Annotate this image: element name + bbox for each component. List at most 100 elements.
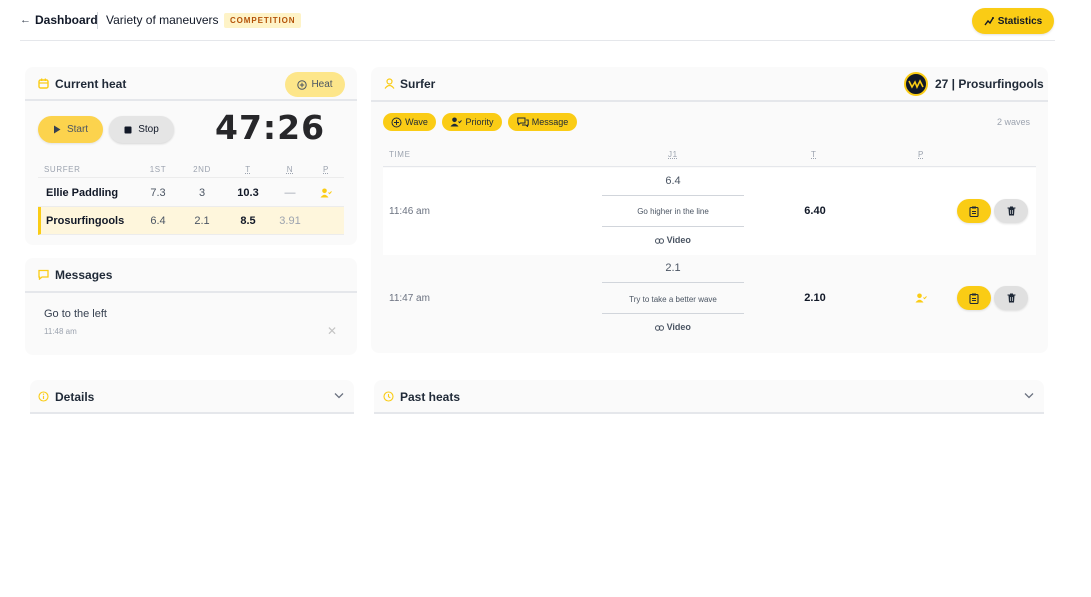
column-header-surfer: SURFER (44, 165, 81, 174)
statistics-label: Statistics (997, 15, 1043, 27)
play-icon (53, 125, 61, 134)
message-button[interactable]: Message (508, 113, 577, 131)
waves-table-header: TIME J1 T P (383, 145, 1036, 167)
second-wave-score: 2.1 (194, 215, 210, 227)
column-header-priority: P (323, 165, 329, 174)
start-button[interactable]: Start (38, 116, 103, 143)
back-to-dashboard-link[interactable]: ← Dashboard (20, 13, 98, 27)
wave-chip-label: Wave (405, 117, 428, 127)
clock-icon (383, 391, 394, 402)
table-header-row: SURFER 1ST 2ND T N P (38, 161, 344, 178)
back-link-label: Dashboard (35, 13, 98, 27)
top-bar: ← Dashboard Variety of maneuvers COMPETI… (20, 0, 1055, 41)
second-wave-score: 3 (198, 187, 206, 199)
start-label: Start (66, 124, 89, 135)
wave-total: 6.40 (804, 205, 826, 217)
info-icon (38, 391, 49, 402)
column-header-1st: 1ST (149, 165, 167, 174)
wave-comment: Go higher in the line (637, 207, 709, 216)
competition-badge: COMPETITION (224, 13, 302, 28)
wave-total: 2.10 (804, 292, 826, 304)
plus-circle-icon (297, 79, 308, 90)
trash-icon (1007, 293, 1015, 303)
surfer-id-label: 27 | Prosurfingools (935, 77, 1044, 91)
wave-logo-icon (908, 79, 924, 89)
stop-button[interactable]: Stop (109, 116, 174, 143)
delete-wave-button[interactable] (994, 286, 1028, 310)
message-time: 11:48 am (44, 327, 77, 336)
edit-wave-button[interactable] (957, 199, 991, 223)
column-header-needs: N (286, 165, 294, 174)
messages-card: Messages Go to the left 11:48 am ✕ (25, 258, 357, 355)
column-header-judge: J1 (668, 150, 678, 159)
trash-icon (1007, 206, 1015, 216)
clipboard-icon (969, 206, 979, 217)
needs-score: 3.91 (279, 215, 301, 227)
table-row[interactable]: Ellie Paddling 7.3 3 10.3 — (38, 179, 344, 207)
waves-count: 2 waves (997, 117, 1031, 127)
plus-circle-icon (391, 117, 402, 127)
details-title: Details (55, 390, 95, 404)
user-icon (384, 78, 395, 89)
chart-icon (984, 17, 994, 26)
close-icon[interactable]: ✕ (327, 324, 337, 338)
divider (602, 313, 744, 314)
current-heat-title: Current heat (55, 77, 127, 91)
heat-timer: 47:26 (215, 108, 326, 147)
priority-user-icon (915, 293, 927, 303)
calendar-icon (38, 78, 49, 89)
table-row-selected[interactable]: Prosurfingools 6.4 2.1 8.5 3.91 (38, 207, 344, 235)
divider (602, 226, 744, 227)
column-header-priority: P (918, 150, 924, 159)
past-heats-panel[interactable]: Past heats (374, 380, 1044, 414)
needs-score: — (284, 187, 296, 199)
message-chip-label: Message (531, 117, 569, 127)
heat-button[interactable]: Heat (285, 72, 345, 97)
column-header-total: T (245, 165, 251, 174)
wave-row: 11:47 am 2.1 Try to take a better wave V… (383, 255, 1036, 342)
total-score: 10.3 (237, 187, 259, 199)
details-panel[interactable]: Details (30, 380, 354, 414)
surfer-title: Surfer (400, 77, 436, 91)
divider (602, 282, 744, 283)
priority-chip-label: Priority (465, 117, 494, 127)
column-header-total: T (811, 150, 817, 159)
divider (97, 12, 98, 29)
messages-title: Messages (55, 268, 113, 282)
heat-button-label: Heat (311, 79, 333, 90)
total-score: 8.5 (240, 215, 256, 227)
add-wave-button[interactable]: Wave (383, 113, 436, 131)
column-header-time: TIME (389, 150, 411, 159)
judge-score: 2.1 (665, 262, 681, 274)
first-wave-score: 7.3 (150, 187, 166, 199)
priority-user-icon (320, 188, 332, 198)
surfer-name: Prosurfingools (46, 215, 125, 227)
judge-score: 6.4 (665, 175, 681, 187)
stop-label: Stop (138, 124, 159, 135)
user-check-icon (450, 117, 463, 127)
back-arrow-icon: ← (20, 14, 31, 26)
wave-time: 11:47 am (389, 293, 430, 304)
video-link[interactable]: Video (602, 235, 744, 245)
link-icon (655, 237, 665, 244)
message-icon (38, 269, 49, 280)
link-icon (655, 324, 665, 331)
chat-icon (517, 117, 529, 127)
statistics-button[interactable]: Statistics (972, 8, 1054, 34)
chevron-down-icon (334, 393, 344, 399)
surfer-name: Ellie Paddling (46, 187, 119, 199)
stop-icon (124, 126, 132, 133)
video-label: Video (666, 235, 691, 245)
delete-wave-button[interactable] (994, 199, 1028, 223)
event-title: Variety of maneuvers (106, 13, 219, 27)
wave-comment: Try to take a better wave (629, 295, 717, 304)
column-header-2nd: 2ND (193, 165, 211, 174)
current-heat-card: Current heat Heat Start Stop 47:26 SURFE… (25, 67, 357, 245)
past-heats-title: Past heats (400, 390, 461, 404)
video-link[interactable]: Video (602, 322, 744, 332)
edit-wave-button[interactable] (957, 286, 991, 310)
surfer-avatar (904, 72, 928, 96)
surfer-card: Surfer 27 | Prosurfingools Wave Priority… (371, 67, 1048, 353)
priority-button[interactable]: Priority (442, 113, 502, 131)
wave-time: 11:46 am (389, 206, 430, 217)
